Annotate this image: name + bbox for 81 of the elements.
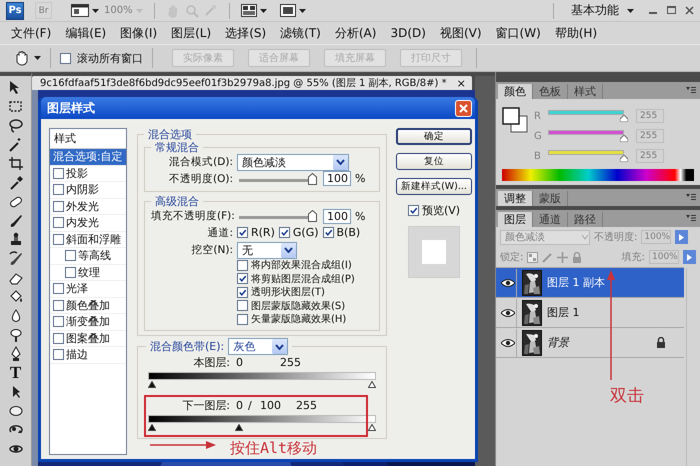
field-label: 填充: (622, 250, 645, 264)
menu-item[interactable]: 图像(I) (113, 24, 164, 42)
blend-if-dropdown[interactable]: 灰色 (228, 338, 288, 356)
dialog-button[interactable]: 新建样式(W)... (396, 178, 472, 195)
menu-item[interactable]: 文件(F) (4, 24, 58, 42)
app-logo[interactable]: Ps (6, 2, 24, 20)
list-item[interactable]: 内发光 (50, 215, 126, 232)
menu-item[interactable]: 编辑(E) (58, 24, 114, 42)
checkbox-label: B(B) (336, 226, 360, 240)
field-label: 锁定: (500, 250, 524, 264)
list-item[interactable]: 内阴影 (50, 182, 126, 198)
unit-label: % (355, 172, 366, 186)
value-label: 0 (236, 399, 244, 412)
list-item[interactable]: 描边 (50, 347, 126, 364)
menu-item[interactable]: 帮助(H) (548, 24, 604, 42)
field-label: 下一图层: (181, 398, 231, 413)
menu-item[interactable]: 滤镜(T) (273, 24, 328, 42)
layer-name: 图层 1 (547, 305, 580, 320)
panel-tab[interactable]: 颜色 (498, 84, 533, 99)
field-label: 挖空(N): (190, 243, 233, 257)
field-label: 通道: (206, 226, 233, 240)
checkbox-label: 滚动所有窗口 (77, 50, 143, 66)
value-label: 100 (260, 399, 282, 412)
list-item[interactable]: 渐变叠加 (50, 314, 126, 330)
checkbox-label: 将剪贴图层混合成组(P) (251, 272, 355, 286)
field-label: 不透明度(O): (168, 172, 233, 186)
checkbox-label: R(R) (251, 226, 275, 240)
menu-item[interactable]: 窗口(W) (488, 24, 548, 42)
list-item[interactable]: 斜面和浮雕 (50, 232, 126, 248)
group-title: 常规混合 (154, 141, 200, 154)
channel-label: G (534, 130, 542, 142)
list-item[interactable]: 混合选项:自定 (50, 149, 126, 166)
menu-item[interactable]: 3D(D) (383, 26, 433, 40)
opacity-field[interactable]: 100 (323, 171, 351, 186)
menu-item[interactable]: 选择(S) (218, 24, 274, 42)
list-item[interactable]: 投影 (50, 166, 126, 182)
checkbox-label: 预览(V) (422, 203, 460, 218)
list-item[interactable]: 外发光 (50, 198, 126, 215)
tab-close-button[interactable]: × (456, 76, 466, 90)
checkbox-label: 将内部效果混合成组(I) (251, 258, 352, 272)
panel-tab[interactable]: 调整 (498, 191, 533, 206)
list-item[interactable]: 光泽 (50, 281, 126, 298)
knockout-dropdown[interactable]: 无 (237, 242, 297, 258)
value-label: 0 (236, 356, 244, 369)
unit-label: % (355, 210, 366, 223)
dialog-button[interactable]: 确定 (396, 128, 472, 145)
list-item[interactable]: 纹理 (50, 264, 126, 281)
dialog-button[interactable]: 复位 (396, 153, 472, 170)
value-label: 255 (296, 399, 317, 412)
channel-label: B (534, 150, 542, 162)
list-item[interactable]: 颜色叠加 (50, 298, 126, 314)
panel-tab[interactable]: 样式 (568, 84, 603, 99)
checkbox-label: 图层蒙版隐藏效果(S) (251, 300, 346, 313)
field-label: 不透明度: (594, 230, 638, 244)
field-label: 混合颜色带(E): (150, 340, 224, 354)
list-item[interactable]: 图案叠加 (50, 330, 126, 347)
menu-item[interactable]: 分析(A) (328, 24, 384, 42)
menu-item[interactable]: 图层(L) (164, 24, 218, 42)
fill-field[interactable]: 100 (323, 208, 351, 224)
annotation-text: 双击 (610, 385, 644, 407)
checkbox-label: G(G) (292, 226, 319, 240)
group-title: 混合选项 (147, 128, 193, 141)
layer-name: 图层 1 副本 (547, 275, 606, 290)
channel-label: R (534, 110, 542, 122)
menu-item[interactable]: 视图(V) (432, 24, 489, 42)
list-item[interactable]: 等高线 (50, 248, 126, 264)
value-label: 255 (280, 356, 301, 369)
annotation-text: 按住Alt移动 (230, 439, 318, 458)
document-tab[interactable]: 9c16fdfaaf51f3de8f6bd9dc95eef01f3b2979a8.jpg @ 55% (图层 1 副本, RGB/8#) * × (32, 76, 472, 90)
layer-name: 背景 (547, 335, 571, 350)
value-label: / (248, 399, 253, 412)
panel-tab[interactable]: 色板 (533, 84, 568, 99)
dialog-title: 图层样式 (47, 100, 95, 116)
group-title: 高级混合 (154, 195, 200, 208)
field-label: 本图层: (192, 355, 231, 370)
field-label: 混合模式(D): (168, 155, 233, 170)
checkbox-label: 矢量蒙版隐藏效果(H) (251, 312, 346, 326)
checkbox-label: 透明形状图层(T) (251, 286, 325, 300)
text-tool[interactable]: T (10, 365, 22, 381)
field-label: 填充不透明度(F): (151, 209, 233, 224)
workspace-dropdown[interactable]: 基本功能 (571, 2, 634, 19)
